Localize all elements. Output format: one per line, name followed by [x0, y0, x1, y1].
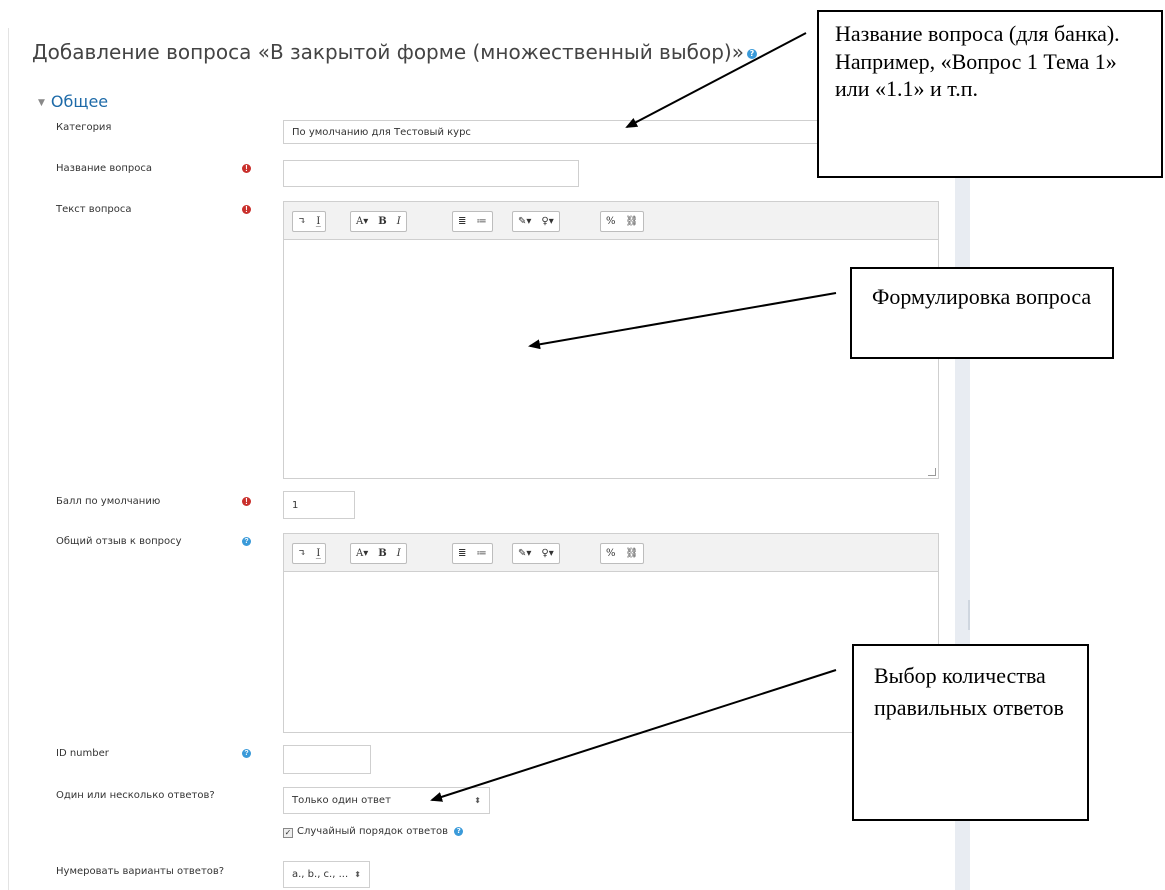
arrow-to-select [430, 669, 837, 802]
callout-question-name: Название вопроса (для банка). Например, … [817, 10, 1163, 178]
arrow-to-editor [528, 292, 837, 350]
callout-question-text: Формулировка вопроса [850, 267, 1114, 359]
arrow-to-category [625, 32, 807, 128]
callout-answers: Выбор количества правильных ответов [852, 644, 1089, 821]
